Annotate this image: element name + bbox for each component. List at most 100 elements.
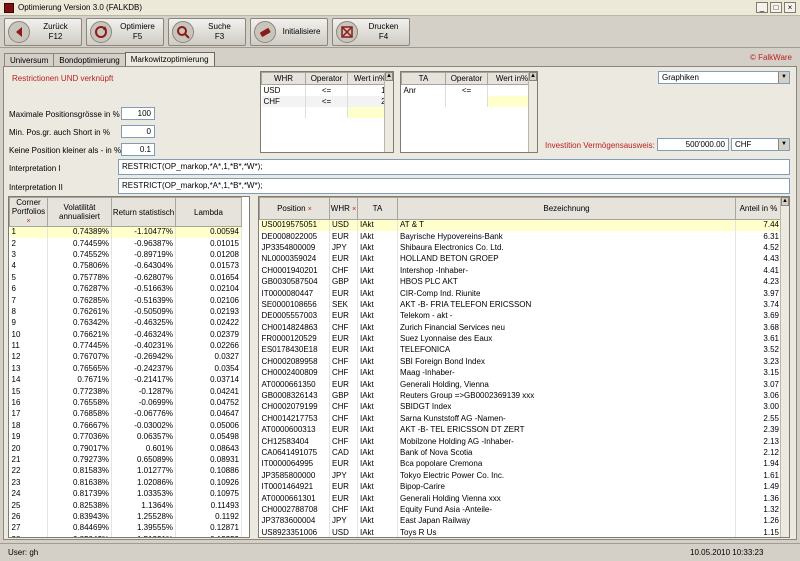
whr-cell[interactable]: USD (261, 84, 306, 96)
share-cell[interactable]: 3.06 (735, 390, 782, 402)
share-cell[interactable]: 2.55 (735, 413, 782, 425)
return-cell[interactable]: -0.26942% (111, 351, 176, 364)
position-cell[interactable]: NL0000359024 (259, 253, 330, 266)
portfolio-cell[interactable]: 20 (9, 442, 48, 455)
share-cell[interactable]: 4.23 (735, 276, 782, 288)
share-cell[interactable]: 3.00 (735, 401, 782, 414)
table-row[interactable]: IT0000080447 EUR IAkt CIR-Comp Ind. Riunite… (259, 287, 782, 300)
return-cell[interactable]: -0.96387% (111, 237, 176, 250)
ta-cell[interactable]: IAkt (357, 458, 398, 471)
table-row[interactable]: 4 0.75806% -0.64304% 0.01573 (9, 260, 242, 273)
ta-cell[interactable]: IAkt (357, 322, 398, 334)
operator-cell[interactable]: <= (305, 84, 348, 96)
whr-header[interactable]: WHR × (329, 197, 358, 220)
optimize-button[interactable]: Optimiere F5 (86, 18, 164, 46)
portfolio-cell[interactable]: 14 (9, 374, 48, 386)
ta-header[interactable]: TA (357, 197, 398, 220)
lambda-cell[interactable]: 0.04241 (175, 385, 242, 398)
lambda-cell[interactable]: 0.01015 (175, 237, 242, 250)
table-row[interactable]: CH0002079199 CHF IAkt SBIDGT Index 3.00 (259, 401, 782, 414)
whr-cell[interactable]: EUR (329, 253, 358, 266)
ta-grid-scrollbar[interactable]: ▲ (528, 72, 537, 152)
table-row[interactable]: NL0000359024 EUR IAkt HOLLAND BETON GROEP 4.… (259, 253, 782, 266)
whr-cell[interactable]: CHF (329, 356, 358, 368)
table-row[interactable]: JP3585800000 JPY IAkt Tokyo Electric Power … (259, 470, 782, 482)
table-row[interactable]: CH0002089958 CHF IAkt SBI Foreign Bond Inde… (259, 356, 782, 368)
table-row[interactable]: 24 0.81739% 1.03353% 0.10975 (9, 488, 242, 500)
portfolio-cell[interactable]: 18 (9, 420, 48, 432)
whr-cell[interactable]: EUR (329, 492, 358, 505)
description-cell[interactable]: SBIDGT Index (397, 401, 736, 414)
description-cell[interactable]: Reuters Group =>GB0002369139 xxx (397, 390, 736, 402)
portfolio-cell[interactable]: 25 (9, 499, 48, 512)
whr-cell[interactable]: JPY (329, 470, 358, 482)
graph-select[interactable]: Graphiken ▼ (658, 71, 790, 84)
table-row[interactable]: 10 0.76621% -0.46324% 0.02379 (9, 329, 242, 341)
position-cell[interactable]: JP3783600004 (259, 515, 330, 528)
portfolio-cell[interactable]: 28 (9, 534, 48, 537)
lambda-cell[interactable]: 0.10975 (175, 488, 242, 500)
table-row[interactable]: CH0002400809 CHF IAkt Maag -Inhaber- 3.15 (259, 367, 782, 379)
ta-cell[interactable]: IAkt (357, 515, 398, 528)
table-row[interactable]: 27 0.84469% 1.39555% 0.12871 (9, 522, 242, 535)
tab-bondoptimierung[interactable]: Bondoptimierung (53, 53, 126, 67)
description-cell[interactable]: Sarna Kunststoff AG -Namen- (397, 413, 736, 425)
lambda-cell[interactable]: 0.05006 (175, 420, 242, 432)
whr-cell[interactable]: CHF (329, 367, 358, 379)
table-row[interactable]: AT0000600313 EUR IAkt AKT -B- TEL ERICSSON … (259, 424, 782, 436)
share-cell[interactable]: 3.23 (735, 356, 782, 368)
lambda-cell[interactable]: 0.02193 (175, 306, 242, 318)
whr-cell[interactable]: SEK (329, 299, 358, 311)
position-cell[interactable]: AT0000661350 (259, 378, 330, 391)
share-cell[interactable]: 2.39 (735, 424, 782, 436)
portfolio-cell[interactable]: 15 (9, 385, 48, 398)
return-cell[interactable]: -0.46325% (111, 317, 176, 330)
ta-cell[interactable]: IAkt (357, 344, 398, 357)
lambda-cell[interactable]: 0.01654 (175, 272, 242, 284)
portfolio-cell[interactable]: 6 (9, 283, 48, 295)
table-row[interactable]: ES0178430E18 EUR IAkt TELEFONICA 3.52 (259, 344, 782, 357)
description-cell[interactable]: Bca popolare Cremona (397, 458, 736, 471)
ta-cell[interactable]: IAkt (357, 527, 398, 537)
position-grid[interactable]: Position × WHR × TA Bezeichnung Anteil i… (258, 196, 790, 538)
portfolio-cell[interactable]: 7 (9, 294, 48, 307)
share-cell[interactable]: 1.61 (735, 470, 782, 482)
description-cell[interactable]: Bank of Nova Scotia (397, 447, 736, 459)
whr-header[interactable]: WHR (261, 72, 306, 85)
share-cell[interactable]: 6.31 (735, 230, 782, 243)
print-button[interactable]: Drucken F4 (332, 18, 410, 46)
table-row[interactable]: 18 0.76667% -0.03002% 0.05006 (9, 420, 242, 432)
portfolio-cell[interactable]: 23 (9, 477, 48, 489)
whr-cell[interactable]: CHF (329, 322, 358, 334)
description-cell[interactable]: SBI Foreign Bond Index (397, 356, 736, 368)
volatility-cell[interactable]: 0.76858% (47, 408, 112, 421)
ta-cell[interactable]: IAkt (357, 481, 398, 493)
share-cell[interactable]: 1.49 (735, 481, 782, 493)
ta-cell[interactable]: IAkt (357, 287, 398, 300)
operator-cell[interactable]: <= (445, 84, 488, 96)
volatility-cell[interactable]: 0.76287% (47, 283, 112, 295)
table-row[interactable]: AT0000661350 EUR IAkt Generali Holding, Vie… (259, 378, 782, 391)
share-cell[interactable]: 7.44 (735, 219, 782, 231)
ta-cell[interactable]: IAkt (357, 367, 398, 379)
return-cell[interactable]: 1.51331% (111, 534, 176, 537)
position-header[interactable]: Position × (259, 197, 330, 220)
table-row[interactable]: 3 0.74552% -0.89719% 0.01208 (9, 249, 242, 261)
whr-cell[interactable]: USD (329, 219, 358, 231)
return-cell[interactable]: -0.1287% (111, 385, 176, 398)
description-cell[interactable]: Mobilzone Holding AG -Inhaber- (397, 435, 736, 448)
table-row[interactable]: 15 0.77238% -0.1287% 0.04241 (9, 385, 242, 398)
table-row[interactable]: 13 0.76565% -0.24237% 0.0354 (9, 363, 242, 375)
table-row[interactable]: JP3354800009 JPY IAkt Shibaura Electronics … (259, 242, 782, 254)
share-cell[interactable]: 3.68 (735, 322, 782, 334)
position-cell[interactable]: GB0030587504 (259, 276, 330, 288)
table-row[interactable]: DE0005557003 EUR IAkt Telekom - akt -3.69 (259, 310, 782, 323)
description-cell[interactable]: AT & T (397, 219, 736, 231)
share-cell[interactable]: 3.15 (735, 367, 782, 379)
description-header[interactable]: Bezeichnung (397, 197, 736, 220)
table-row[interactable]: CH0014217753 CHF IAkt Sarna Kunststoff AG -… (259, 413, 782, 425)
description-cell[interactable]: Suez Lyonnaise des Eaux (397, 333, 736, 345)
description-cell[interactable]: Telekom - akt - (397, 310, 736, 323)
volatility-cell[interactable]: 0.76707% (47, 351, 112, 364)
return-cell[interactable]: -0.40231% (111, 340, 176, 352)
